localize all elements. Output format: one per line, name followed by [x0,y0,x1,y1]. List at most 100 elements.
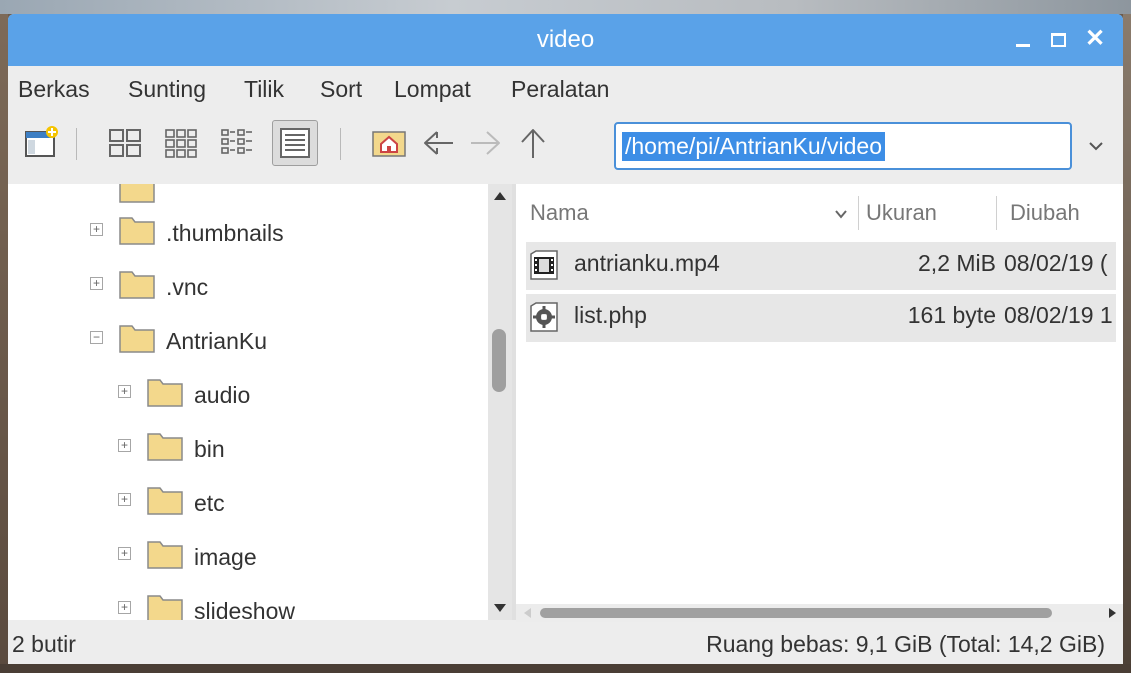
desktop-background-right [1123,14,1131,673]
file-row[interactable]: antrianku.mp4 2,2 MiB 08/02/19 ( [526,242,1116,290]
scroll-up-icon[interactable] [493,190,507,202]
new-window-icon [25,126,58,157]
file-list: Nama Ukuran Diubah antrianku.mp4 2,2 MiB… [516,184,1123,604]
file-list-scrollbar[interactable] [516,604,1123,622]
thumbnail-view-icon [165,129,197,158]
column-divider[interactable] [996,196,997,230]
home-folder-icon [372,131,406,157]
file-modified: 08/02/19 1 [1004,302,1113,328]
detailed-list-view-button[interactable] [272,120,318,166]
file-size: 2,2 MiB [918,250,996,276]
file-manager-window: video ✕ Berkas Sunting Tilik Sort Lompat… [8,14,1123,664]
back-button[interactable] [420,124,458,162]
folder-icon [147,487,183,515]
file-modified: 08/02/19 ( [1004,250,1108,276]
icon-view-button[interactable] [106,124,144,162]
video-file-icon [530,250,558,280]
minimize-button[interactable] [1008,24,1038,54]
expand-icon[interactable]: + [118,601,131,614]
scroll-right-icon[interactable] [1108,607,1118,619]
menu-tilik[interactable]: Tilik [244,76,284,103]
column-size-header[interactable]: Ukuran [866,200,937,226]
arrow-right-icon [471,131,500,155]
compact-view-button[interactable] [218,124,256,162]
forward-button[interactable] [466,124,504,162]
expand-icon[interactable]: + [118,385,131,398]
column-divider[interactable] [858,196,859,230]
compact-view-icon [221,129,252,154]
tree-item[interactable]: + audio [8,374,478,414]
toolbar-separator [340,128,341,160]
file-list-scrollbar-thumb[interactable] [540,608,1052,618]
folder-icon [119,217,155,245]
column-name-header[interactable]: Nama [530,200,589,226]
menu-lompat[interactable]: Lompat [394,76,471,103]
file-size: 161 byte [907,302,996,328]
title-bar[interactable]: video ✕ [8,14,1123,66]
tree-item[interactable]: + .vnc [8,266,478,306]
maximize-icon [1050,33,1066,48]
path-input[interactable]: /home/pi/AntrianKu/video [614,122,1072,170]
list-view-icon [280,128,310,158]
tree-item-label: slideshow [194,598,295,620]
status-bar: 2 butir Ruang bebas: 9,1 GiB (Total: 14,… [8,624,1123,664]
free-space: Ruang bebas: 9,1 GiB (Total: 14,2 GiB) [706,631,1105,657]
folder-icon [147,595,183,620]
file-name: list.php [574,302,647,328]
tree-item-label: bin [194,436,225,462]
list-header: Nama Ukuran Diubah [516,194,1123,230]
tree-scrollbar[interactable] [488,184,512,620]
path-input-text: /home/pi/AntrianKu/video [622,132,885,161]
tree-item-label: .vnc [166,274,209,300]
column-modified-header[interactable]: Diubah [1010,200,1080,226]
folder-icon [147,379,183,407]
folder-tree: + .thumbnails + .vnc − AntrianKu + audio… [8,184,488,620]
expand-icon[interactable]: + [90,277,103,290]
folder-icon [147,433,183,461]
folder-icon [147,541,183,569]
expand-icon[interactable]: + [118,493,131,506]
minimize-icon [1016,43,1030,47]
script-file-icon [530,302,558,332]
sort-chevron-down-icon[interactable] [834,208,848,220]
scroll-down-icon[interactable] [493,602,507,614]
file-row[interactable]: list.php 161 byte 08/02/19 1 [526,294,1116,342]
maximize-button[interactable] [1043,24,1073,54]
tree-item[interactable]: + bin [8,428,478,468]
tree-item[interactable]: − AntrianKu [8,320,478,360]
collapse-icon[interactable]: − [90,331,103,344]
desktop-background-left [0,14,8,673]
toolbar-separator [76,128,77,160]
expand-icon[interactable]: + [118,547,131,560]
tree-item[interactable]: + etc [8,482,478,522]
menu-peralatan[interactable]: Peralatan [511,76,609,103]
close-icon: ✕ [1084,25,1106,52]
expand-icon[interactable]: + [118,439,131,452]
tree-item[interactable]: + image [8,536,478,576]
expand-icon[interactable]: + [90,223,103,236]
tree-scrollbar-thumb[interactable] [492,329,506,392]
toolbar: /home/pi/AntrianKu/video [8,116,1123,178]
tree-item-label: audio [194,382,251,408]
menu-bar: Berkas Sunting Tilik Sort Lompat Peralat… [8,70,1123,110]
menu-sort[interactable]: Sort [320,76,362,103]
up-button[interactable] [514,124,552,162]
tree-item-label: .thumbnails [166,220,284,246]
path-history-dropdown[interactable] [1086,136,1106,156]
scroll-left-icon[interactable] [522,607,532,619]
menu-sunting[interactable]: Sunting [128,76,206,103]
thumbnail-view-button[interactable] [162,124,200,162]
folder-icon [119,271,155,299]
menu-berkas[interactable]: Berkas [18,76,90,103]
item-count: 2 butir [12,631,76,657]
tree-item[interactable]: + .thumbnails [8,212,478,252]
tree-item-label: image [194,544,257,570]
new-window-button[interactable] [24,124,62,162]
desktop-background-bottom [0,664,1131,673]
tree-item[interactable]: + slideshow [8,590,478,620]
window-title: video [536,26,595,53]
folder-icon [119,184,155,203]
tree-item-label: AntrianKu [166,328,268,354]
close-button[interactable]: ✕ [1080,24,1110,54]
home-button[interactable] [370,124,408,162]
